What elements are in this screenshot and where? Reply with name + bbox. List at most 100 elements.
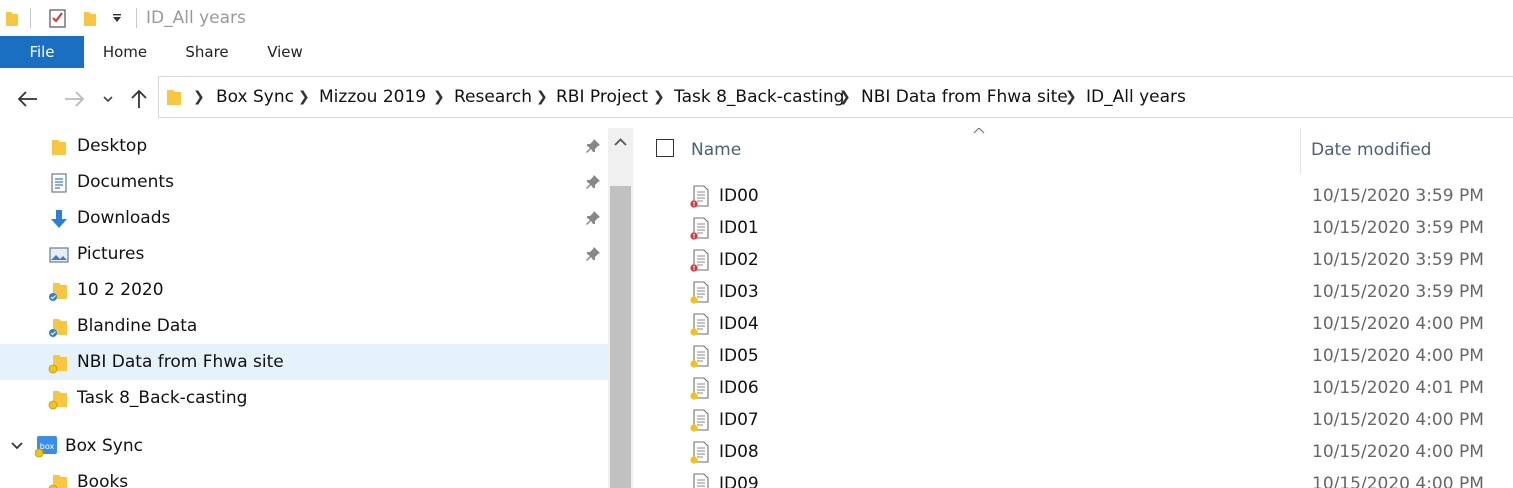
folder-icon (167, 90, 181, 105)
toolbar-separator (136, 8, 137, 28)
nav-item-books[interactable]: Books (0, 464, 608, 488)
breadcrumb-box-sync[interactable]: Box Sync (216, 87, 294, 107)
nav-item-10-2-2020[interactable]: 10 2 2020 (0, 272, 608, 308)
select-all-checkbox[interactable] (656, 139, 674, 157)
file-row[interactable]: ID01 10/15/2020 3:59 PM (633, 212, 1513, 244)
column-header-date-modified[interactable]: Date modified (1311, 140, 1431, 160)
file-list: Name Date modified ID00 10/15/2020 3:59 P… (633, 128, 1513, 488)
nav-item-label: Box Sync (65, 436, 143, 456)
text-file-icon (690, 185, 709, 208)
breadcrumb-separator-icon[interactable]: ❯ (433, 89, 445, 105)
scrollbar-thumb[interactable] (610, 186, 631, 488)
nav-item-documents[interactable]: Documents (0, 164, 608, 200)
file-row[interactable]: ID00 10/15/2020 3:59 PM (633, 180, 1513, 212)
chevron-down-icon[interactable] (10, 440, 24, 452)
breadcrumb-research[interactable]: Research (454, 87, 532, 107)
breadcrumb-separator-icon[interactable]: ❯ (298, 89, 310, 105)
file-row[interactable]: ID04 10/15/2020 4:00 PM (633, 308, 1513, 340)
file-row[interactable]: ID03 10/15/2020 3:59 PM (633, 276, 1513, 308)
file-date-modified: 10/15/2020 4:00 PM (1312, 314, 1484, 334)
file-row[interactable]: ID02 10/15/2020 3:59 PM (633, 244, 1513, 276)
file-date-modified: 10/15/2020 3:59 PM (1312, 186, 1484, 206)
file-name: ID08 (719, 442, 759, 462)
nav-item-blandine-data[interactable]: Blandine Data (0, 308, 608, 344)
column-divider[interactable] (1300, 128, 1301, 174)
file-row[interactable]: ID05 10/15/2020 4:00 PM (633, 340, 1513, 372)
nav-item-pictures[interactable]: Pictures (0, 236, 608, 272)
file-name: ID06 (719, 378, 759, 398)
file-row[interactable]: ID09 10/15/2020 4:00 PM (633, 468, 1513, 488)
folder-pending-icon (48, 391, 67, 410)
text-file-icon (690, 441, 709, 464)
file-date-modified: 10/15/2020 3:59 PM (1312, 282, 1484, 302)
title-bar: ID_All years (0, 0, 1513, 36)
breadcrumb-id-all-years[interactable]: ID_All years (1086, 87, 1186, 107)
pin-icon[interactable] (585, 246, 601, 262)
file-date-modified: 10/15/2020 3:59 PM (1312, 218, 1484, 238)
file-name: ID05 (719, 346, 759, 366)
text-file-icon (690, 281, 709, 304)
folder-pending-icon (48, 355, 67, 374)
breadcrumb-nbi-data[interactable]: NBI Data from Fhwa site (861, 87, 1068, 107)
pin-icon[interactable] (585, 210, 601, 226)
tab-file[interactable]: File (0, 36, 84, 68)
nav-item-box-sync[interactable]: box Box Sync (0, 428, 608, 464)
breadcrumb-separator-icon[interactable]: ❯ (839, 89, 851, 105)
breadcrumb-separator-icon[interactable]: ❯ (536, 89, 548, 105)
file-row[interactable]: ID07 10/15/2020 4:00 PM (633, 404, 1513, 436)
file-row[interactable]: ID08 10/15/2020 4:00 PM (633, 436, 1513, 468)
navigation-scrollbar[interactable] (608, 128, 633, 488)
nav-item-label: Desktop (77, 136, 148, 156)
breadcrumb-task-8[interactable]: Task 8_Back-casting (674, 87, 844, 107)
nav-item-label: Downloads (77, 208, 171, 228)
box-icon: box (35, 436, 57, 458)
text-file-icon (693, 473, 709, 488)
nav-item-label: Task 8_Back-casting (77, 388, 248, 408)
navigation-pane: Desktop Documents Downloads Pictures 10 … (0, 128, 608, 488)
file-name: ID03 (719, 282, 759, 302)
nav-item-label: Blandine Data (77, 316, 198, 336)
folder-synced-icon (49, 283, 67, 301)
file-date-modified: 10/15/2020 4:00 PM (1312, 410, 1484, 430)
nav-item-label: Pictures (77, 244, 145, 264)
text-file-icon (690, 377, 709, 400)
pin-icon[interactable] (585, 138, 601, 154)
breadcrumb-rbi-project[interactable]: RBI Project (556, 87, 648, 107)
column-header-name[interactable]: Name (691, 140, 741, 160)
text-file-icon (690, 217, 709, 240)
file-name: ID02 (719, 250, 759, 270)
forward-button[interactable] (60, 84, 88, 114)
nav-item-task-8[interactable]: Task 8_Back-casting (0, 380, 608, 416)
recent-locations-button[interactable] (98, 84, 118, 114)
back-arrow-icon (17, 91, 37, 107)
column-header: Name Date modified (633, 128, 1513, 174)
tab-share[interactable]: Share (172, 36, 242, 68)
download-arrow-icon (51, 210, 67, 228)
nav-item-nbi-data[interactable]: NBI Data from Fhwa site (0, 344, 608, 380)
up-arrow-icon (131, 89, 147, 108)
properties-check-icon[interactable] (46, 6, 70, 30)
file-date-modified: 10/15/2020 4:00 PM (1312, 474, 1484, 488)
breadcrumb-separator-icon[interactable]: ❯ (193, 89, 205, 105)
documents-icon (51, 173, 67, 193)
folder-icon (52, 140, 66, 155)
folder-pending-icon (48, 475, 67, 488)
breadcrumb-mizzou-2019[interactable]: Mizzou 2019 (319, 87, 426, 107)
tab-view[interactable]: View (252, 36, 318, 68)
breadcrumb-separator-icon[interactable]: ❯ (653, 89, 665, 105)
file-row[interactable]: ID06 10/15/2020 4:01 PM (633, 372, 1513, 404)
new-folder-icon[interactable] (80, 6, 100, 30)
file-date-modified: 10/15/2020 4:01 PM (1312, 378, 1484, 398)
pin-icon[interactable] (585, 174, 601, 190)
folder-icon (2, 6, 22, 30)
up-button[interactable] (126, 84, 152, 114)
breadcrumb-separator-icon[interactable]: ❯ (1065, 89, 1077, 105)
tab-home[interactable]: Home (90, 36, 160, 68)
back-button[interactable] (14, 84, 42, 114)
customize-toolbar-dropdown-icon[interactable] (108, 6, 126, 30)
nav-item-downloads[interactable]: Downloads (0, 200, 608, 236)
address-bar[interactable]: ❯ Box Sync ❯ Mizzou 2019 ❯ Research ❯ RB… (158, 76, 1513, 118)
scroll-up-icon[interactable] (612, 134, 629, 151)
forward-arrow-icon (65, 91, 85, 107)
nav-item-desktop[interactable]: Desktop (0, 128, 608, 164)
